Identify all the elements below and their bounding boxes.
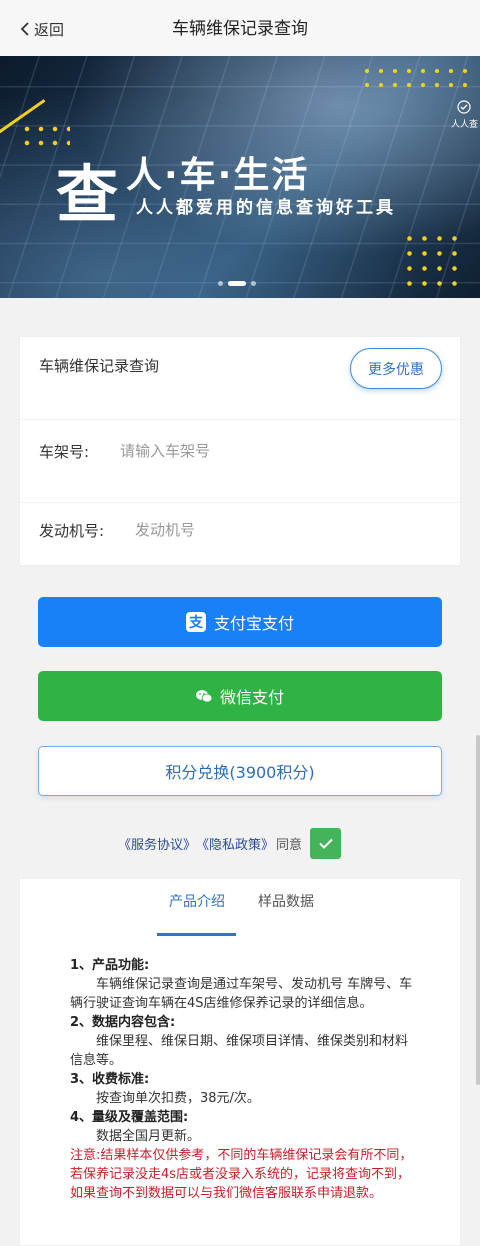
- vin-row: 车架号:: [20, 420, 460, 503]
- product-intro-content: 1、产品功能: 车辆维保记录查询是通过车架号、发动机号 车牌号、车辆行驶证查询车…: [70, 956, 414, 1203]
- page-title: 车辆维保记录查询: [172, 19, 308, 39]
- section-text: 维保里程、维保日期、维保项目详情、维保类别和材料信息等。: [70, 1034, 409, 1068]
- tab-product-intro[interactable]: 产品介绍: [169, 891, 225, 911]
- engine-label: 发动机号:: [39, 522, 105, 540]
- section-heading: 1、产品功能:: [70, 958, 150, 973]
- section-text: 按查询单次扣费，38元/次。: [96, 1091, 260, 1106]
- engine-number-input[interactable]: [135, 521, 435, 539]
- service-agreement-link[interactable]: 《服务协议》: [118, 834, 196, 853]
- carousel-dot-active[interactable]: [228, 281, 246, 286]
- agree-checkbox[interactable]: [310, 827, 342, 859]
- alipay-pay-label: 支付宝支付: [213, 614, 294, 633]
- alipay-icon: 支: [185, 612, 206, 632]
- carousel-dot[interactable]: [218, 281, 223, 286]
- agree-text: 同意: [276, 837, 303, 853]
- carousel-dot[interactable]: [251, 281, 256, 286]
- page-scrollbar[interactable]: [476, 735, 480, 1085]
- banner-big-char: 查: [56, 158, 121, 231]
- engine-row: 发动机号:: [20, 503, 460, 567]
- section-heading: 3、收费标准:: [70, 1072, 150, 1087]
- check-icon: [318, 838, 333, 849]
- privacy-policy-link[interactable]: 《隐私政策》: [196, 834, 274, 853]
- info-tabs: 产品介绍 样品数据: [20, 891, 460, 939]
- carousel-indicator[interactable]: [218, 281, 256, 286]
- wechat-pay-button[interactable]: 微信支付: [38, 671, 442, 721]
- form-title: 车辆维保记录查询: [39, 357, 160, 375]
- points-exchange-button[interactable]: 积分兑换(3900积分): [38, 746, 442, 796]
- vin-input[interactable]: [120, 442, 440, 460]
- disclaimer-note: 注意:结果样本仅供参考，不同的车辆维保记录会有所不同，若保养记录没走4s店或者没…: [70, 1148, 413, 1201]
- svg-text:支: 支: [188, 614, 204, 631]
- shield-check-icon: [457, 100, 472, 114]
- query-form: 车辆维保记录查询 更多优惠 车架号: 发动机号:: [19, 336, 461, 566]
- agreement-row: 《服务协议》 《隐私政策》 同意: [118, 827, 342, 859]
- banner-subtitle: 人人都爱用的信息查询好工具: [136, 198, 396, 218]
- wechat-pay-label: 微信支付: [219, 688, 284, 707]
- more-offers-button[interactable]: 更多优惠: [350, 348, 442, 389]
- section-heading: 2、数据内容包含:: [70, 1015, 176, 1030]
- form-header-row: 车辆维保记录查询 更多优惠: [20, 337, 460, 420]
- promo-banner[interactable]: 人人查 查 人·车·生活 人人都爱用的信息查询好工具: [0, 56, 480, 298]
- section-text: 数据全国月更新。: [96, 1129, 201, 1144]
- banner-brand-logo: 人人查: [451, 100, 478, 130]
- section-heading: 4、量级及覆盖范围:: [70, 1110, 189, 1125]
- tab-sample-data[interactable]: 样品数据: [258, 891, 314, 911]
- banner-tagline: 人·车·生活: [126, 155, 310, 196]
- alipay-pay-button[interactable]: 支 支付宝支付: [38, 597, 442, 647]
- nav-bar: 返回 车辆维保记录查询: [0, 0, 480, 56]
- active-tab-indicator: [157, 933, 236, 936]
- wechat-icon: [195, 689, 212, 703]
- vin-label: 车架号:: [39, 443, 90, 461]
- product-info-card: 产品介绍 样品数据 1、产品功能: 车辆维保记录查询是通过车架号、发动机号 车牌…: [19, 878, 461, 1246]
- section-text: 车辆维保记录查询是通过车架号、发动机号 车牌号、车辆行驶证查询车辆在4S店维修保…: [70, 977, 413, 1011]
